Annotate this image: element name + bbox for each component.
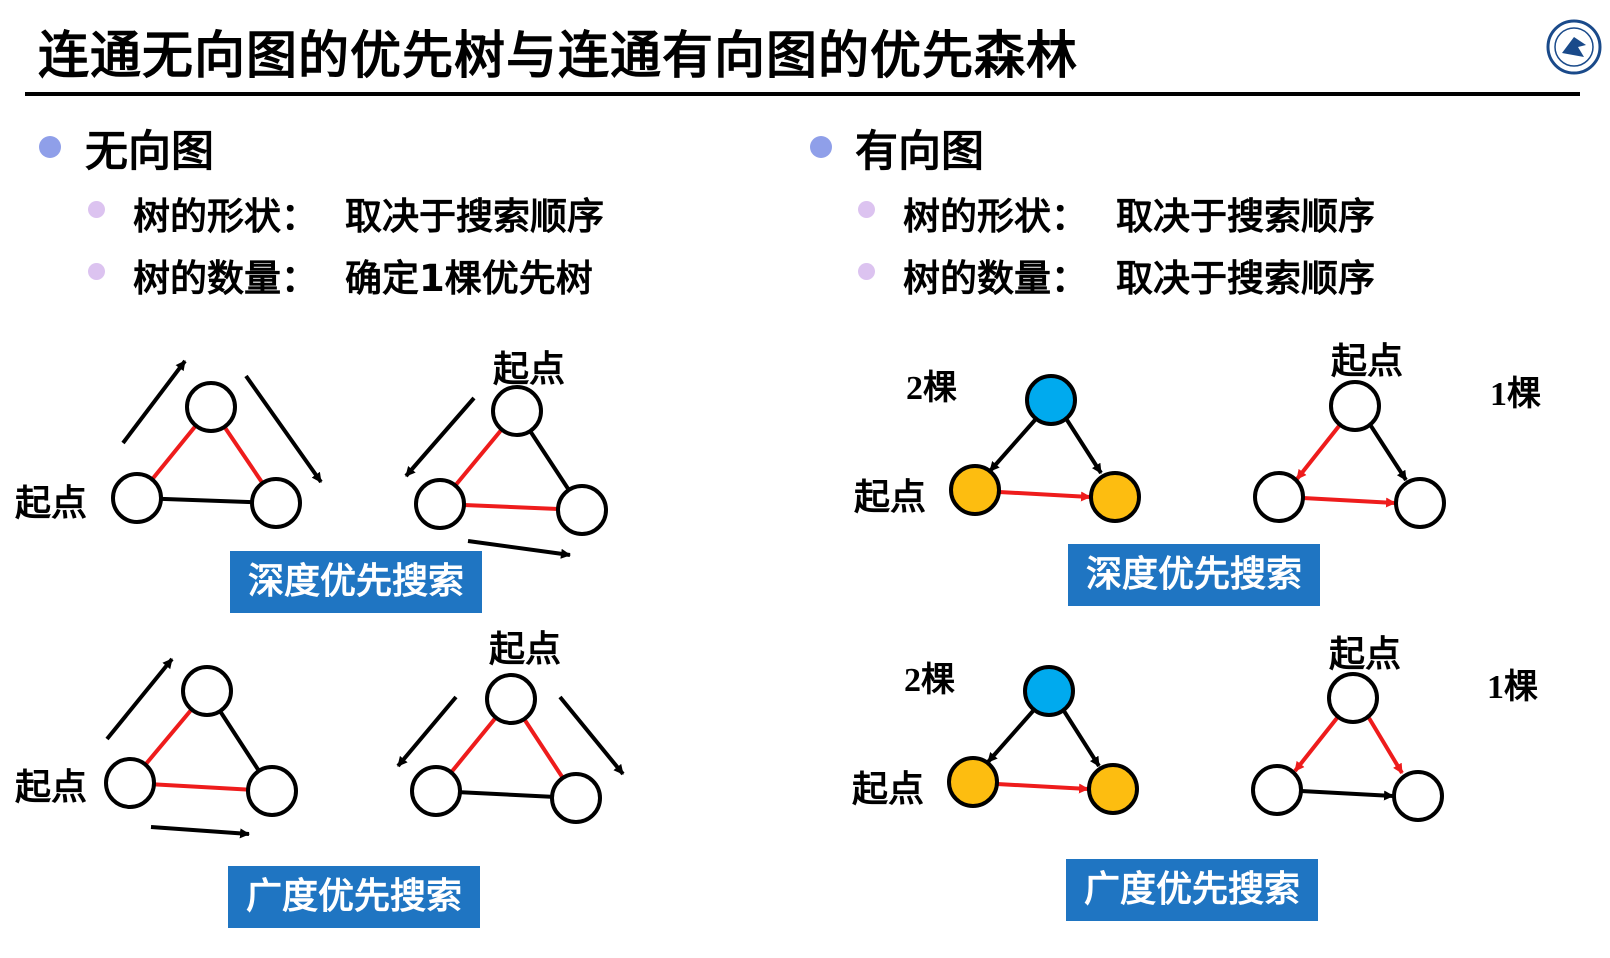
tree-count-label: 2棵 [906, 370, 957, 407]
start-label: 起点 [852, 769, 925, 810]
traversal-arrow [558, 695, 625, 776]
traversal-arrow [150, 825, 250, 839]
start-label: 起点 [489, 629, 562, 670]
start-label: 起点 [1331, 341, 1404, 382]
undirected-dfs-graph-b [414, 385, 608, 536]
start-label: 起点 [493, 349, 566, 390]
directed-dfs-graph-b [1253, 380, 1446, 529]
directed-bfs-graph-b [1251, 672, 1444, 822]
tree-count-label: 1棵 [1487, 669, 1538, 706]
traversal-arrow [396, 695, 458, 768]
dfs-badge: 深度优先搜索 [1068, 544, 1320, 606]
tree-count-label: 2棵 [904, 662, 955, 699]
undirected-dfs-graph-a [111, 381, 302, 529]
traversal-arrow [105, 657, 174, 741]
start-label: 起点 [15, 767, 88, 808]
traversal-arrow [404, 396, 476, 478]
dfs-badge: 深度优先搜索 [230, 551, 482, 613]
traversal-arrow [244, 374, 323, 484]
start-label: 起点 [1329, 634, 1402, 675]
directed-dfs-graph-a [949, 374, 1141, 523]
traversal-arrow [121, 359, 187, 445]
search-diagrams [104, 359, 1446, 839]
start-label: 起点 [854, 477, 927, 518]
bfs-badge: 广度优先搜索 [1066, 859, 1318, 921]
traversal-arrow [467, 539, 571, 559]
undirected-bfs-graph-a [104, 665, 298, 817]
bfs-badge: 广度优先搜索 [228, 866, 480, 928]
directed-bfs-graph-a [947, 665, 1139, 815]
tree-count-label: 1棵 [1490, 376, 1541, 413]
undirected-bfs-graph-b [410, 673, 602, 824]
start-label: 起点 [15, 483, 88, 524]
